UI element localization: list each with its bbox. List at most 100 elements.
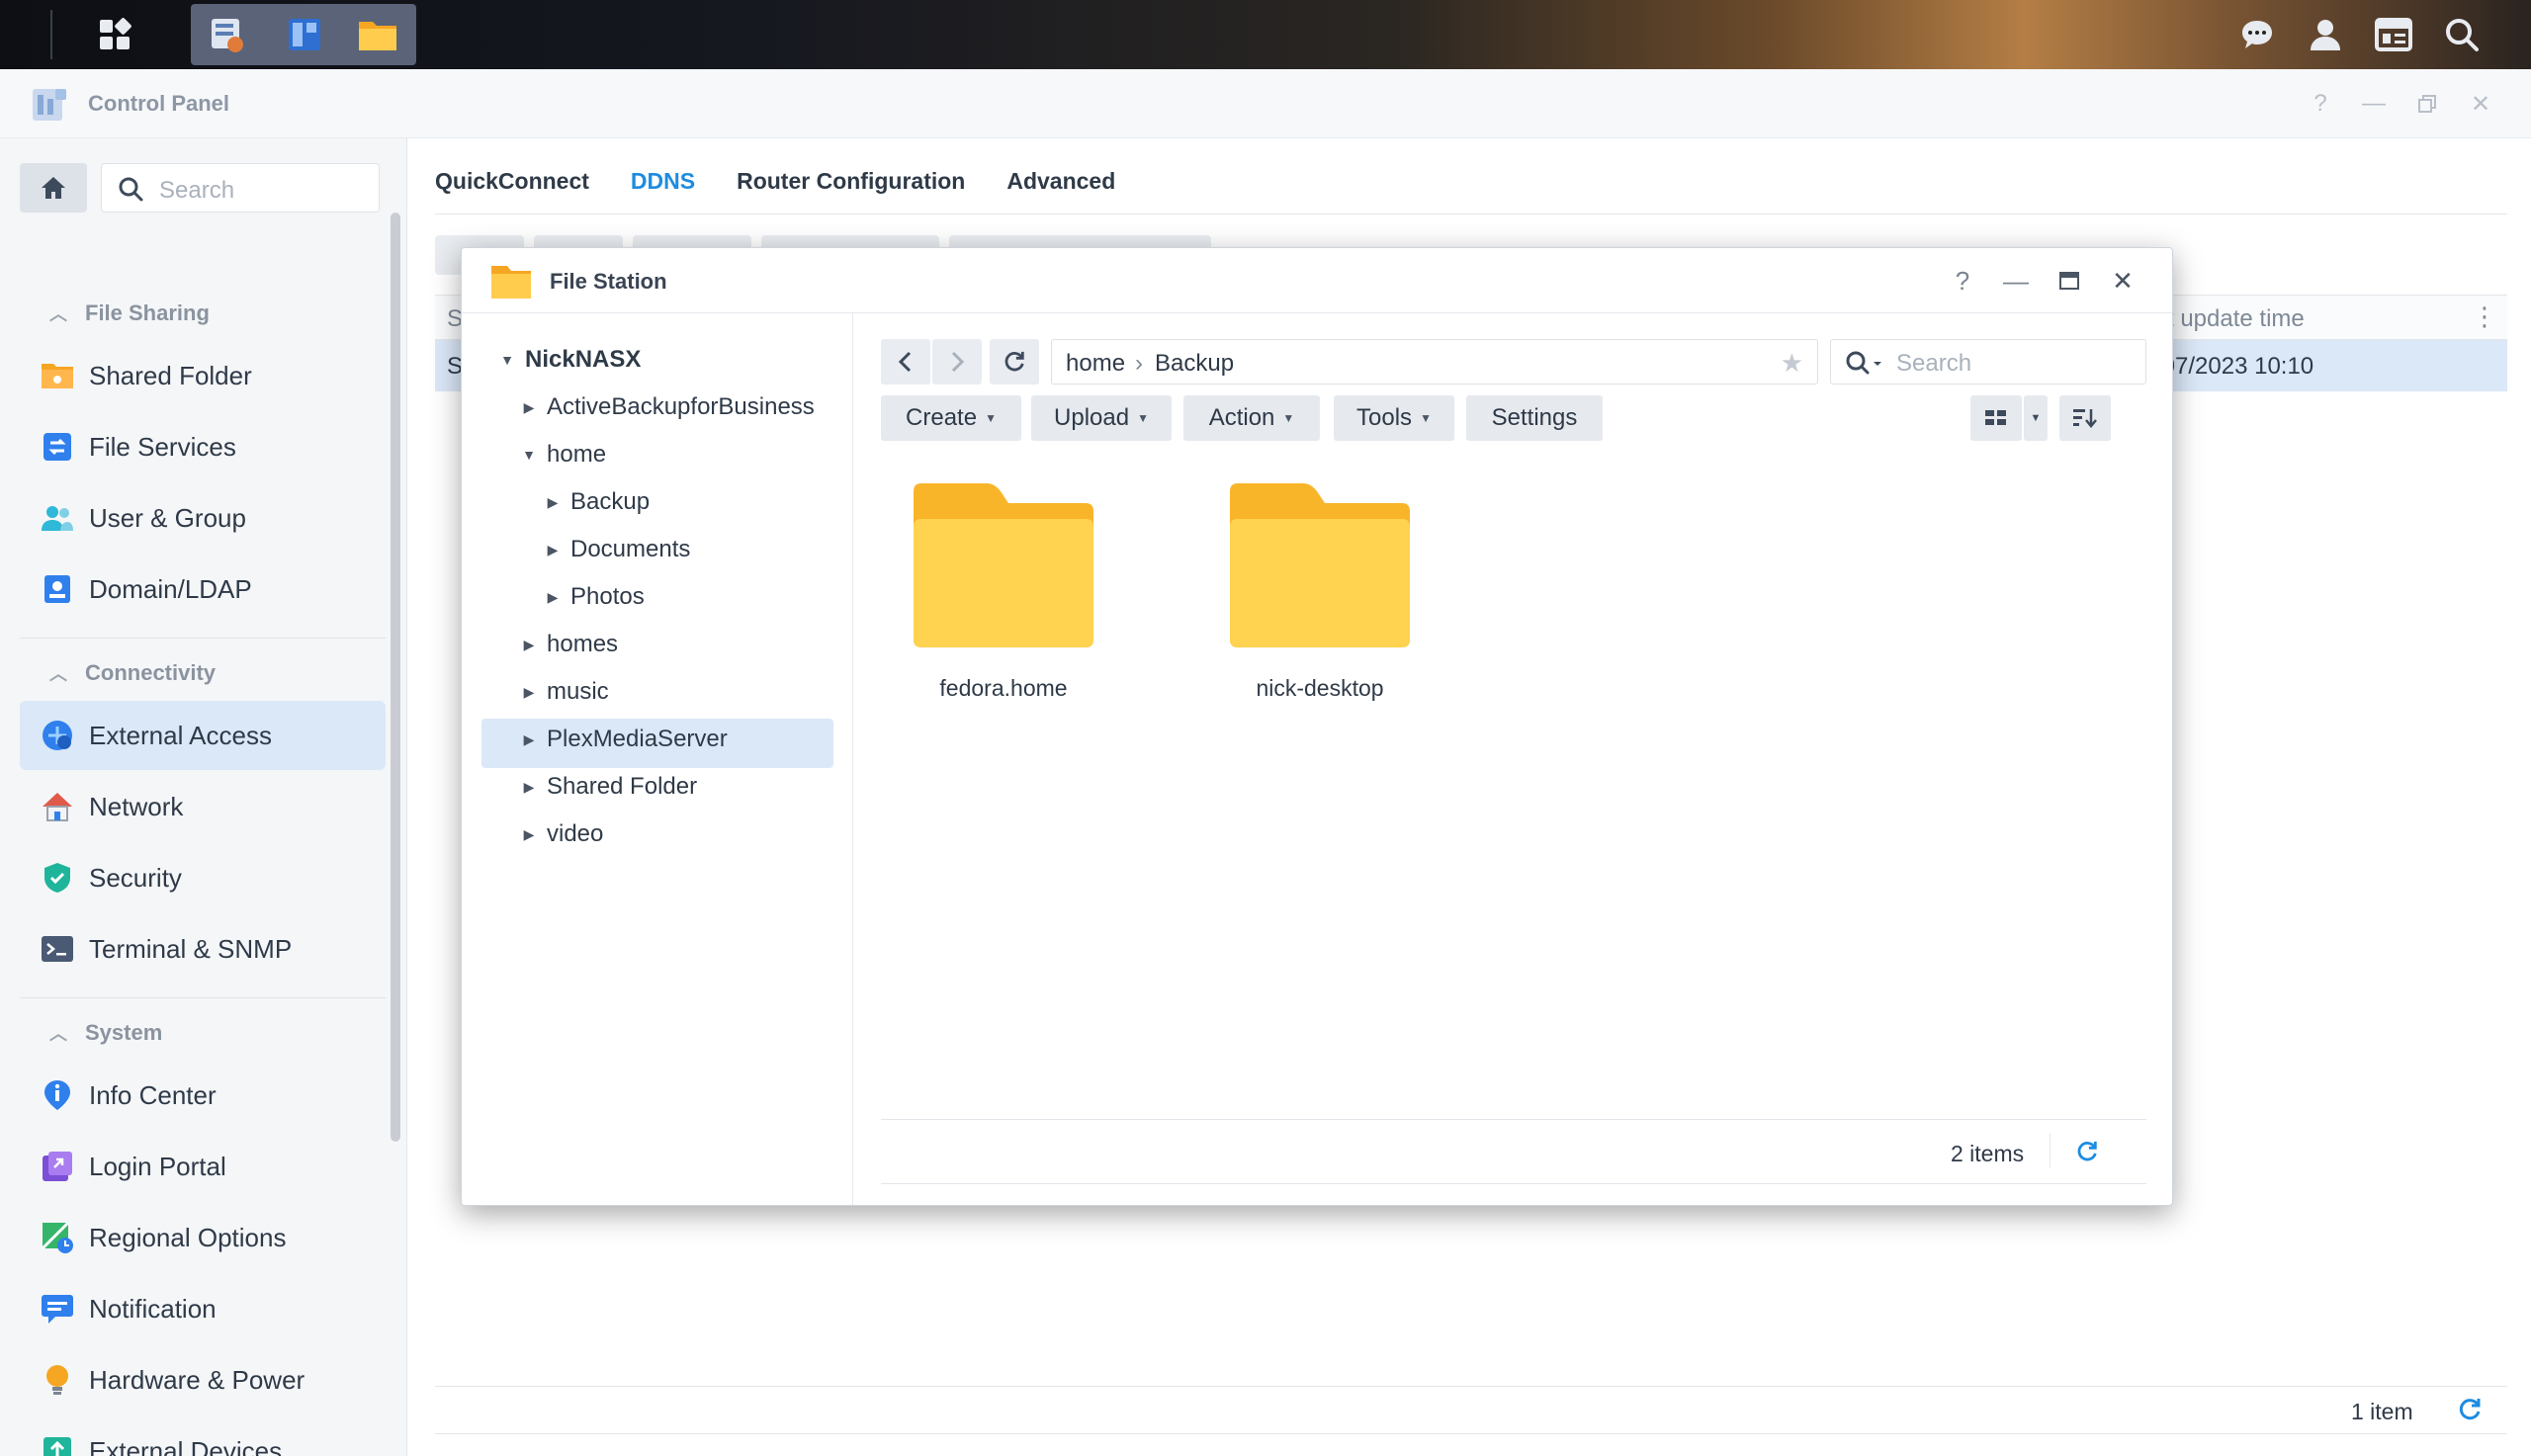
file-search-input[interactable]: Search — [1830, 339, 2146, 385]
breadcrumb-home[interactable]: home — [1066, 350, 1125, 378]
caret-down-icon: ▼ — [1137, 411, 1149, 425]
file-item[interactable]: fedora.home — [905, 481, 1102, 719]
column-menu-icon[interactable]: ⋮ — [2472, 301, 2497, 332]
path-bar[interactable]: home › Backup ★ — [1051, 339, 1818, 385]
action-button[interactable]: Action ▼ — [1183, 395, 1320, 441]
sidebar-item-terminal-snmp[interactable]: Terminal & SNMP — [20, 914, 386, 984]
chat-button[interactable] — [2232, 10, 2282, 59]
tree-node-plexmediaserver[interactable]: ▶ PlexMediaServer — [517, 716, 728, 763]
caret-right-icon[interactable]: ▶ — [517, 684, 541, 701]
section-connectivity[interactable]: ︿ Connectivity — [49, 655, 216, 691]
main-menu-button[interactable] — [83, 4, 146, 65]
sidebar-item-label: Login Portal — [89, 1151, 226, 1181]
maximize-button[interactable] — [2051, 265, 2087, 297]
sidebar-item-regional-options[interactable]: Regional Options — [20, 1203, 386, 1272]
upload-button[interactable]: Upload ▼ — [1031, 395, 1172, 441]
column-header-last-update-time[interactable]: st update time — [2155, 305, 2305, 333]
sidebar-item-domain-ldap[interactable]: Domain/LDAP — [20, 555, 386, 624]
sidebar-item-external-access[interactable]: External Access — [20, 701, 386, 770]
home-button[interactable] — [20, 163, 87, 213]
settings-button[interactable]: Settings — [1466, 395, 1603, 441]
sidebar-item-label: Domain/LDAP — [89, 573, 252, 604]
restore-button[interactable] — [2410, 89, 2444, 119]
close-button[interactable]: ✕ — [2105, 265, 2140, 297]
maximize-icon — [2059, 272, 2079, 290]
forward-button[interactable] — [932, 339, 982, 385]
sidebar-item-file-services[interactable]: File Services — [20, 412, 386, 481]
create-button[interactable]: Create ▼ — [881, 395, 1021, 441]
tree-node-music[interactable]: ▶ music — [517, 668, 609, 716]
caret-right-icon[interactable]: ▶ — [541, 542, 565, 558]
close-icon: ✕ — [2470, 90, 2491, 118]
user-icon — [2311, 20, 2340, 50]
tab-ddns[interactable]: DDNS — [631, 163, 695, 213]
button-label: Settings — [1491, 404, 1578, 431]
tree-node-root[interactable]: ▼ NickNASX — [495, 336, 641, 384]
section-file-sharing[interactable]: ︿ File Sharing — [49, 296, 210, 331]
sidebar-item-shared-folder[interactable]: Shared Folder — [20, 341, 386, 410]
tree-node-shared-folder[interactable]: ▶ Shared Folder — [517, 763, 697, 811]
section-system[interactable]: ︿ System — [49, 1015, 162, 1051]
sidebar-item-hardware-power[interactable]: Hardware & Power — [20, 1345, 386, 1414]
close-button[interactable]: ✕ — [2464, 89, 2497, 119]
tree-node-documents[interactable]: ▶ Documents — [541, 526, 691, 573]
reload-button[interactable] — [990, 339, 1039, 385]
button-label: Upload — [1054, 404, 1130, 431]
minimize-button[interactable]: — — [2357, 89, 2391, 119]
lightbulb-icon — [40, 1362, 75, 1398]
caret-right-icon[interactable]: ▶ — [517, 826, 541, 843]
global-search-button[interactable] — [2437, 10, 2487, 59]
item-count: 1 item — [2351, 1399, 2413, 1424]
tab-router-configuration[interactable]: Router Configuration — [737, 163, 965, 213]
tree-node-label: homes — [547, 631, 619, 657]
view-mode-button[interactable] — [1970, 395, 2022, 441]
search-icon — [119, 177, 143, 202]
sidebar-search-input[interactable]: Search — [101, 163, 380, 213]
widgets-button[interactable] — [2369, 10, 2418, 59]
refresh-button[interactable] — [2071, 1136, 2103, 1167]
user-button[interactable] — [2301, 10, 2350, 59]
caret-right-icon[interactable]: ▶ — [517, 779, 541, 796]
sidebar-item-security[interactable]: Security — [20, 843, 386, 912]
favorite-star-icon[interactable]: ★ — [1781, 348, 1803, 379]
tab-advanced[interactable]: Advanced — [1006, 163, 1115, 213]
minimize-button[interactable]: — — [1998, 265, 2034, 297]
caret-right-icon[interactable]: ▶ — [541, 589, 565, 606]
sidebar-item-notification[interactable]: Notification — [20, 1274, 386, 1343]
shield-icon — [40, 860, 75, 896]
tree-node-photos[interactable]: ▶ Photos — [541, 573, 645, 621]
tree-node-backup[interactable]: ▶ Backup — [541, 478, 650, 526]
view-mode-dropdown[interactable]: ▼ — [2024, 395, 2048, 441]
sidebar-item-info-center[interactable]: Info Center — [20, 1061, 386, 1130]
caret-right-icon[interactable]: ▶ — [517, 731, 541, 748]
sort-button[interactable] — [2059, 395, 2111, 441]
caret-right-icon[interactable]: ▶ — [541, 494, 565, 511]
caret-right-icon[interactable]: ▶ — [517, 637, 541, 653]
tools-button[interactable]: Tools ▼ — [1334, 395, 1454, 441]
file-item[interactable]: nick-desktop — [1221, 481, 1419, 719]
control-panel-icon — [212, 19, 243, 52]
sidebar-item-login-portal[interactable]: Login Portal — [20, 1132, 386, 1201]
caret-down-icon[interactable]: ▼ — [495, 352, 519, 368]
tree-node-home[interactable]: ▼ home — [517, 431, 606, 478]
sidebar-item-user-group[interactable]: User & Group — [20, 483, 386, 553]
breadcrumb-backup[interactable]: Backup — [1155, 350, 1234, 378]
help-button[interactable]: ? — [1945, 265, 1980, 297]
caret-right-icon[interactable]: ▶ — [517, 399, 541, 416]
refresh-icon — [2459, 1399, 2481, 1420]
refresh-button[interactable] — [2454, 1394, 2486, 1425]
sidebar-item-network[interactable]: Network — [20, 772, 386, 841]
sidebar-item-external-devices[interactable]: External Devices — [20, 1416, 386, 1456]
tree-node-activebackup[interactable]: ▶ ActiveBackupforBusiness — [517, 384, 815, 431]
taskbar-file-station-button[interactable] — [346, 4, 409, 65]
tree-node-video[interactable]: ▶ video — [517, 811, 604, 858]
tree-node-homes[interactable]: ▶ homes — [517, 621, 618, 668]
sidebar-scrollbar[interactable] — [391, 213, 400, 1142]
caret-down-icon[interactable]: ▼ — [517, 447, 541, 463]
taskbar-app-button[interactable] — [273, 4, 336, 65]
back-button[interactable] — [881, 339, 930, 385]
tree-node-label: Backup — [570, 488, 651, 515]
help-button[interactable]: ? — [2304, 89, 2337, 119]
tab-quickconnect[interactable]: QuickConnect — [435, 163, 589, 213]
taskbar-control-panel-button[interactable] — [196, 4, 259, 65]
